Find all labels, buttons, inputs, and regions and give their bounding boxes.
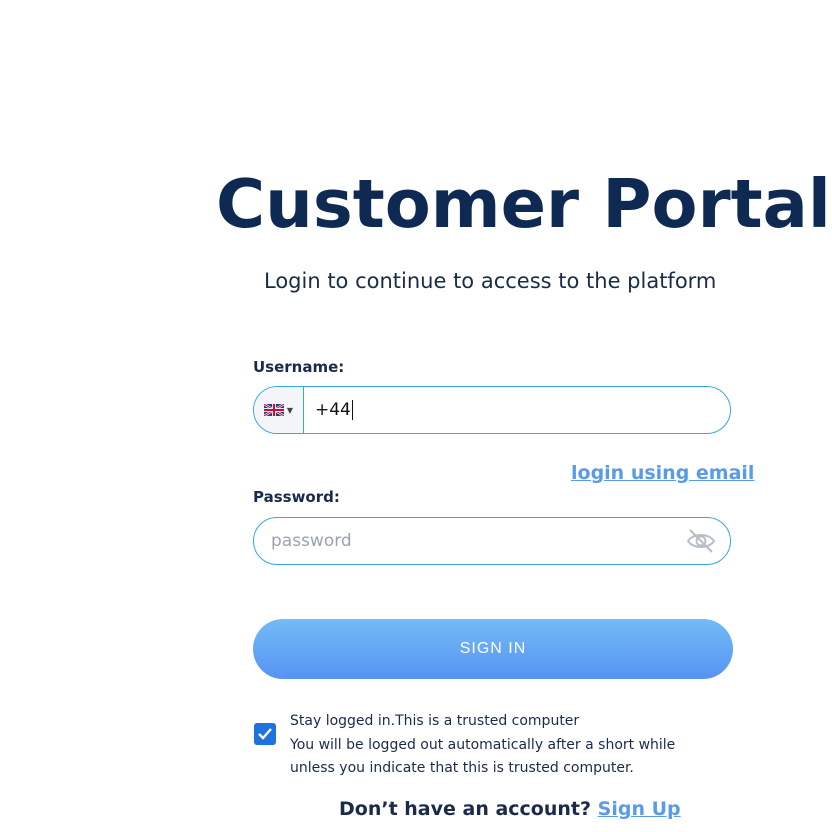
- stay-logged-in-line: You will be logged out automatically aft…: [290, 736, 676, 753]
- country-code-select[interactable]: ▼: [254, 387, 304, 433]
- password-label: Password:: [253, 488, 340, 506]
- page-title: Customer Portal: [216, 165, 831, 243]
- password-field[interactable]: password: [253, 517, 731, 565]
- uk-flag-icon: [263, 404, 284, 416]
- page-subtitle: Login to continue to access to the platf…: [264, 269, 717, 293]
- signup-prompt-row: Don’t have an account? Sign Up: [339, 798, 681, 820]
- stay-logged-in-checkbox[interactable]: [254, 723, 276, 745]
- stay-logged-in-line: unless you indicate that this is trusted…: [290, 760, 634, 776]
- username-input[interactable]: +44: [315, 400, 353, 420]
- signup-prompt: Don’t have an account?: [339, 798, 592, 820]
- eye-slash-icon[interactable]: [686, 527, 716, 555]
- text-cursor: [351, 400, 353, 420]
- login-using-email-link[interactable]: login using email: [571, 462, 754, 484]
- sign-in-button[interactable]: SIGN IN: [253, 619, 733, 679]
- username-value: +44: [315, 400, 351, 420]
- stay-logged-in-text: Stay logged in.This is a trusted compute…: [290, 710, 675, 781]
- sign-up-link[interactable]: Sign Up: [598, 798, 681, 820]
- username-label: Username:: [253, 358, 345, 376]
- stay-logged-in-line: Stay logged in.This is a trusted compute…: [290, 713, 580, 729]
- chevron-down-icon: ▼: [286, 405, 294, 415]
- username-field[interactable]: ▼ +44: [253, 386, 731, 434]
- password-input[interactable]: password: [271, 531, 352, 551]
- checkmark-icon: [258, 728, 272, 740]
